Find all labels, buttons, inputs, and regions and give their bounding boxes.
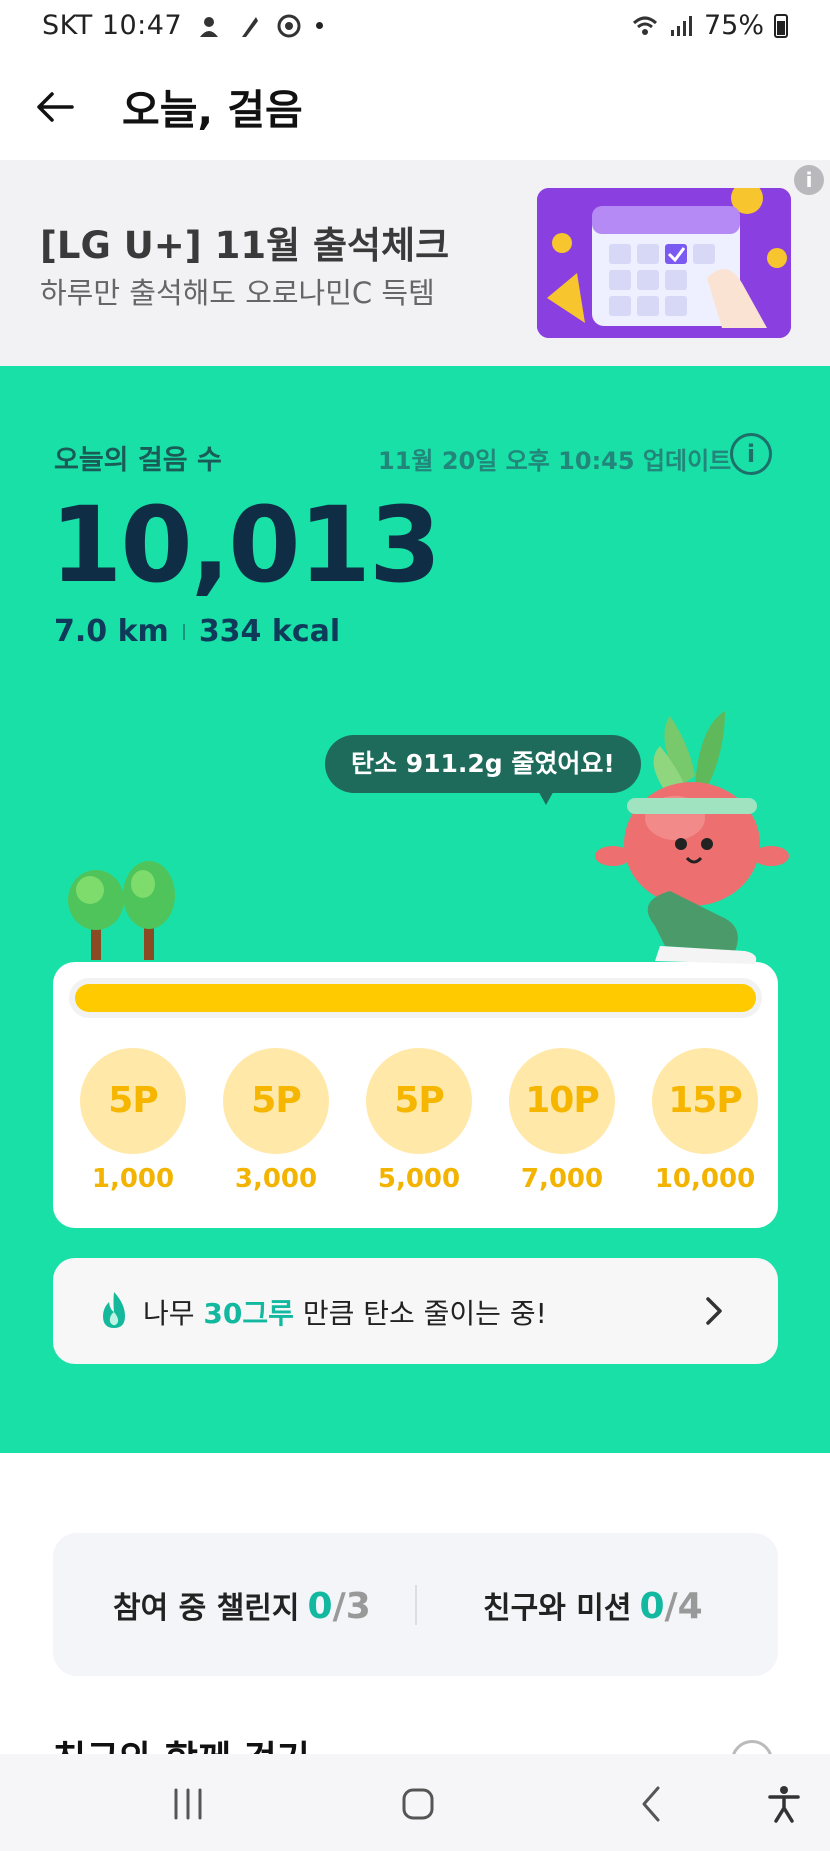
distance-value: 7.0 km xyxy=(54,614,169,649)
app-header: 오늘, 걸음 xyxy=(0,54,830,158)
status-bar: SKT 10:47 75% xyxy=(0,0,830,54)
milestone-steps: 7,000 xyxy=(520,1164,604,1194)
speech-bubble-tail xyxy=(536,787,556,805)
progress-fill xyxy=(75,984,756,1012)
app-notification-icon xyxy=(277,14,301,37)
wifi-icon xyxy=(632,16,657,35)
radish-mascot-image xyxy=(595,711,789,964)
carrier-time: SKT 10:47 xyxy=(42,10,183,41)
milestone-item[interactable]: 5P 3,000 xyxy=(222,1048,330,1194)
milestone-item[interactable]: 5P 5,000 xyxy=(365,1048,473,1194)
flame-icon xyxy=(103,1292,125,1328)
page-title: 오늘, 걸음 xyxy=(122,86,303,134)
milestone-steps: 10,000 xyxy=(654,1164,756,1194)
banner-title: [LG U+] 11월 출석체크 xyxy=(40,224,450,267)
step-progress-card: 5P 1,000 5P 3,000 5P 5,000 10P 7,000 15P 10,000 xyxy=(53,962,778,1228)
feather-icon xyxy=(242,16,259,37)
carbon-prefix: 나무 xyxy=(143,1297,204,1330)
friend-missions-count: 0 xyxy=(639,1586,665,1627)
more-notifications-dot xyxy=(316,22,324,29)
steps-label: 오늘의 걸음 수 xyxy=(54,445,222,476)
divider xyxy=(415,1585,417,1625)
milestone-points-badge: 15P xyxy=(652,1048,758,1154)
divider xyxy=(182,623,185,640)
back-icon[interactable] xyxy=(632,1784,672,1824)
carbon-message: 나무 30그루 만큼 탄소 줄이는 중! xyxy=(143,1292,547,1332)
tree-carbon-card[interactable]: 나무 30그루 만큼 탄소 줄이는 중! xyxy=(53,1258,778,1364)
milestone-points-badge: 10P xyxy=(509,1048,615,1154)
progress-track xyxy=(69,978,762,1018)
milestone-item[interactable]: 5P 1,000 xyxy=(79,1048,187,1194)
battery-icon xyxy=(774,13,788,38)
calendar-promo-image xyxy=(537,188,791,338)
milestone-points-badge: 5P xyxy=(223,1048,329,1154)
carbon-suffix: 만큼 탄소 줄이는 중! xyxy=(293,1297,547,1330)
milestone-steps: 3,000 xyxy=(234,1164,318,1194)
milestone-list: 5P 1,000 5P 3,000 5P 5,000 10P 7,000 15P 10,000 xyxy=(79,1048,759,1194)
ad-info-icon[interactable]: i xyxy=(794,165,824,195)
participating-challenges[interactable]: 참여 중 챌린지 0/3 xyxy=(113,1583,371,1627)
back-arrow-icon[interactable] xyxy=(30,82,80,132)
promo-banner[interactable]: [LG U+] 11월 출석체크 하루만 출석해도 오로나민C 득템 xyxy=(0,160,830,366)
milestone-item[interactable]: 10P 7,000 xyxy=(508,1048,616,1194)
milestone-item[interactable]: 15P 10,000 xyxy=(651,1048,759,1194)
milestone-steps: 5,000 xyxy=(377,1164,461,1194)
steps-section: 오늘의 걸음 수 11월 20일 오후 10:45 업데이트 i 10,013 … xyxy=(0,366,830,1453)
milestone-steps: 1,000 xyxy=(91,1164,175,1194)
friend-missions[interactable]: 친구와 미션 0/4 xyxy=(483,1583,703,1627)
challenge-summary-card: 참여 중 챌린지 0/3 친구와 미션 0/4 xyxy=(53,1533,778,1676)
distance-calories: 7.0 km 334 kcal xyxy=(54,614,340,649)
calories-value: 334 kcal xyxy=(198,614,341,649)
friend-missions-total: /4 xyxy=(664,1586,703,1627)
battery-percent: 75% xyxy=(703,10,764,41)
recent-apps-icon[interactable] xyxy=(168,1784,208,1824)
home-icon[interactable] xyxy=(398,1784,438,1824)
system-nav-bar xyxy=(0,1754,830,1851)
friend-missions-label: 친구와 미션 xyxy=(483,1591,632,1626)
update-timestamp: 11월 20일 오후 10:45 업데이트 xyxy=(378,447,732,475)
carbon-speech-bubble: 탄소 911.2g 줄였어요! xyxy=(325,735,641,793)
steps-count: 10,013 xyxy=(50,484,441,606)
chevron-right-icon xyxy=(706,1297,722,1325)
tree-icon xyxy=(68,861,175,960)
info-icon[interactable]: i xyxy=(730,433,772,475)
notification-icon xyxy=(200,16,219,37)
participating-total: /3 xyxy=(332,1586,371,1627)
participating-count: 0 xyxy=(307,1586,333,1627)
accessibility-icon[interactable] xyxy=(764,1784,804,1824)
banner-subtitle: 하루만 출석해도 오로나민C 득템 xyxy=(40,276,435,310)
milestone-points-badge: 5P xyxy=(80,1048,186,1154)
participating-label: 참여 중 챌린지 xyxy=(113,1591,300,1626)
signal-icon xyxy=(670,15,692,36)
milestone-points-badge: 5P xyxy=(366,1048,472,1154)
tree-count: 30그루 xyxy=(203,1297,294,1330)
